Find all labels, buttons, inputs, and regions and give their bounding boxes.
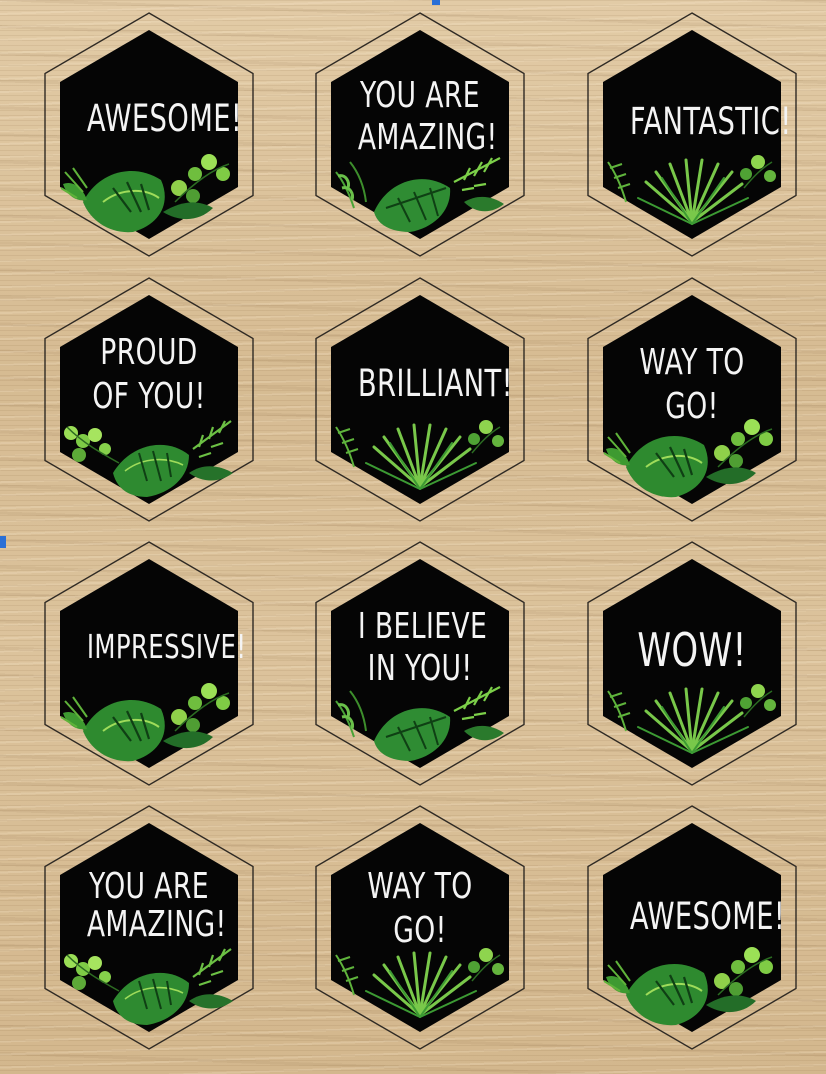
sticker-proud-of-you[interactable]: PROUD OF YOU! [43,277,255,522]
selection-handle-left[interactable] [0,536,6,548]
sticker-awesome[interactable]: AWESOME! [43,12,255,257]
sticker-impressive[interactable]: IMPRESSIVE! [43,541,255,786]
sticker-text: AWESOME! [86,97,243,140]
sticker-you-are-amazing-2[interactable]: YOU ARE AMAZING! [43,805,255,1050]
sticker-text-line-2: GO! [393,910,447,951]
sticker-text-line-2: OF YOU! [92,376,206,417]
sticker-text: FANTASTIC! [629,100,792,143]
sticker-text-line-2: GO! [665,386,719,427]
selection-handle-top[interactable] [432,0,440,5]
sticker-way-to-go-2[interactable]: WAY TO GO! [314,805,526,1050]
sticker-awesome-2[interactable]: AWESOME! [586,805,798,1050]
sticker-text: IMPRESSIVE! [86,627,247,666]
sticker-text-line-1: WAY TO [367,866,473,907]
sticker-text-line-1: WAY TO [639,342,745,383]
sticker-text: BRILLIANT! [357,362,513,405]
sticker-you-are-amazing[interactable]: YOU ARE AMAZING! [314,12,526,257]
sticker-i-believe-in-you[interactable]: I BELIEVE IN YOU! [314,541,526,786]
sticker-text-line-2: AMAZING! [86,904,227,945]
sticker-way-to-go[interactable]: WAY TO GO! [586,277,798,522]
sticker-fantastic[interactable]: FANTASTIC! [586,12,798,257]
sticker-text-line-2: IN YOU! [367,648,473,689]
sticker-text-line-1: I BELIEVE [357,606,488,647]
sticker-brilliant[interactable]: BRILLIANT! [314,277,526,522]
sticker-sheet: AWESOME! YOU ARE AMAZING! FANTASTIC! PRO… [0,0,826,1074]
sticker-text-line-1: PROUD [100,332,198,373]
sticker-text: WOW! [637,623,747,677]
sticker-wow[interactable]: WOW! [586,541,798,786]
sticker-text-line-1: YOU ARE [360,75,480,116]
sticker-text-line-2: AMAZING! [357,117,498,158]
sticker-text: AWESOME! [629,895,786,938]
side-edge-print [804,830,824,1050]
